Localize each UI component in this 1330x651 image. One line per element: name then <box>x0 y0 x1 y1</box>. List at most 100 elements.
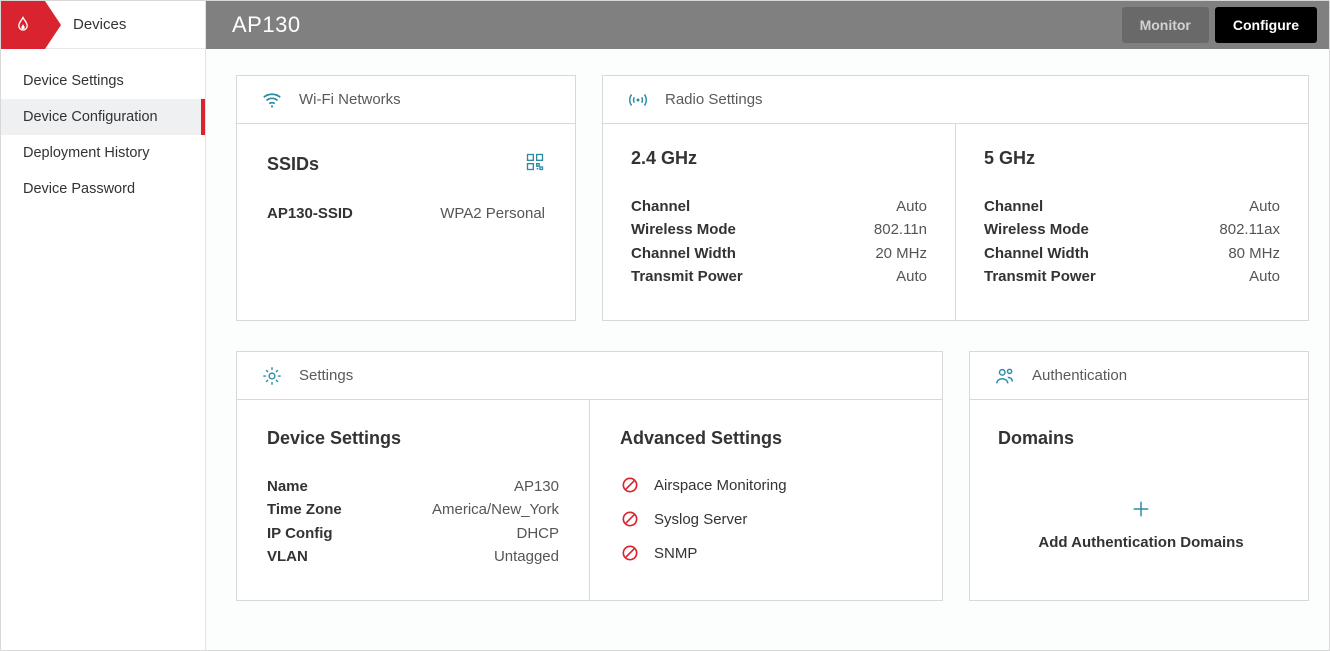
configure-button[interactable]: Configure <box>1215 7 1317 43</box>
qr-icon[interactable] <box>525 152 545 177</box>
kv-value: 20 MHz <box>875 242 927 265</box>
add-auth-domain-button[interactable]: Add Authentication Domains <box>998 469 1284 580</box>
wifi-icon <box>261 89 283 111</box>
card-header: Authentication <box>970 352 1308 400</box>
advanced-item: Airspace Monitoring <box>620 475 912 495</box>
kv-row: IP Config DHCP <box>267 522 559 545</box>
kv-value: Auto <box>896 195 927 218</box>
card-header: Wi-Fi Networks <box>237 76 575 124</box>
kv-row: Transmit PowerAuto <box>984 265 1280 288</box>
card-body: Device Settings Name AP130 Time Zone Ameri… <box>237 400 942 600</box>
advanced-item-label: Airspace Monitoring <box>654 477 787 494</box>
users-icon <box>994 365 1016 387</box>
flame-icon <box>13 15 33 35</box>
kv-row: Name AP130 <box>267 475 559 498</box>
ssid-security: WPA2 Personal <box>440 205 545 222</box>
sidebar-item-label: Device Password <box>23 181 135 197</box>
kv-key: Transmit Power <box>984 265 1096 288</box>
card-title: Radio Settings <box>665 91 763 108</box>
gear-icon <box>261 365 283 387</box>
kv-value: Auto <box>896 265 927 288</box>
band-title: 5 GHz <box>984 148 1280 169</box>
ssid-name: AP130-SSID <box>267 205 353 222</box>
advanced-settings-section[interactable]: Advanced Settings Airspace Monitoring Sy… <box>589 400 942 600</box>
kv-row: Channel Width 20 MHz <box>631 242 927 265</box>
brand-flag[interactable] <box>1 1 45 49</box>
radio-band-5ghz[interactable]: 5 GHz ChannelAuto Wireless Mode802.11ax … <box>955 124 1308 320</box>
kv-value: DHCP <box>516 522 559 545</box>
topbar: AP130 Monitor Configure <box>206 1 1329 49</box>
row-1: Wi-Fi Networks SSIDs <box>236 75 1309 321</box>
kv-row: Time Zone America/New_York <box>267 498 559 521</box>
card-body: Domains Add Authentication Domains <box>970 400 1308 600</box>
card-wifi-networks: Wi-Fi Networks SSIDs <box>236 75 576 321</box>
section-title: Device Settings <box>267 428 559 449</box>
kv-key: Channel Width <box>631 242 736 265</box>
sidebar-item-label: Device Settings <box>23 73 124 89</box>
card-title: Settings <box>299 367 353 384</box>
radio-band-24ghz[interactable]: 2.4 GHz Channel Auto Wireless Mode 802.11n… <box>603 124 955 320</box>
kv-key: Wireless Mode <box>984 218 1089 241</box>
kv-row: Channel Width 80 MHz <box>984 242 1280 265</box>
sidebar-item-label: Deployment History <box>23 145 150 161</box>
kv-value: 80 MHz <box>1228 242 1280 265</box>
kv-key: Name <box>267 475 308 498</box>
card-header: Radio Settings <box>603 76 1308 124</box>
kv-key: Wireless Mode <box>631 218 736 241</box>
sidebar-item-device-settings[interactable]: Device Settings <box>1 63 205 99</box>
content: Wi-Fi Networks SSIDs <box>206 49 1329 650</box>
ssids-title: SSIDs <box>267 154 319 175</box>
button-label: Monitor <box>1140 17 1191 33</box>
card-authentication: Authentication Domains Add Authenticatio… <box>969 351 1309 601</box>
disabled-icon <box>620 543 640 563</box>
kv-key: Channel <box>631 195 690 218</box>
kv-value: Auto <box>1249 195 1280 218</box>
sidebar-item-deployment-history[interactable]: Deployment History <box>1 135 205 171</box>
radio-icon <box>627 89 649 111</box>
advanced-item: SNMP <box>620 543 912 563</box>
monitor-button[interactable]: Monitor <box>1122 7 1209 43</box>
wifi-body-head: SSIDs <box>267 152 545 177</box>
kv-row: Channel Auto <box>631 195 927 218</box>
advanced-item: Syslog Server <box>620 509 912 529</box>
add-auth-domain-label: Add Authentication Domains <box>1038 534 1243 551</box>
kv-value: 802.11n <box>874 218 927 241</box>
kv-value: 802.11ax <box>1219 218 1280 241</box>
kv-key: Transmit Power <box>631 265 743 288</box>
disabled-icon <box>620 475 640 495</box>
card-header: Settings <box>237 352 942 400</box>
ssid-row[interactable]: AP130-SSID WPA2 Personal <box>267 205 545 222</box>
kv-value: America/New_York <box>432 498 559 521</box>
kv-key: Channel <box>984 195 1043 218</box>
disabled-icon <box>620 509 640 529</box>
plus-icon <box>1130 498 1152 520</box>
kv-row: Channel Auto <box>984 195 1280 218</box>
advanced-item-label: Syslog Server <box>654 511 747 528</box>
advanced-item-label: SNMP <box>654 545 697 562</box>
section-title: Advanced Settings <box>620 428 912 449</box>
row-2: Settings Device Settings Name AP130 Time … <box>236 351 1309 601</box>
kv-row: Transmit Power Auto <box>631 265 927 288</box>
page-title: AP130 <box>232 12 301 38</box>
kv-value: AP130 <box>514 475 559 498</box>
sidebar-item-device-configuration[interactable]: Device Configuration <box>1 99 205 135</box>
card-body: 2.4 GHz Channel Auto Wireless Mode 802.11n… <box>603 124 1308 320</box>
kv-key: Time Zone <box>267 498 342 521</box>
button-label: Configure <box>1233 17 1299 33</box>
sidebar-header: Devices <box>1 1 205 49</box>
kv-value: Untagged <box>494 545 559 568</box>
sidebar-item-device-password[interactable]: Device Password <box>1 171 205 207</box>
sidebar-item-label: Device Configuration <box>23 109 158 125</box>
device-settings-section[interactable]: Device Settings Name AP130 Time Zone Ameri… <box>237 400 589 600</box>
card-title: Authentication <box>1032 367 1127 384</box>
band-title: 2.4 GHz <box>631 148 927 169</box>
kv-row: Wireless Mode 802.11n <box>631 218 927 241</box>
kv-key: VLAN <box>267 545 308 568</box>
card-radio-settings: Radio Settings 2.4 GHz Channel Auto Wirel… <box>602 75 1309 321</box>
card-title: Wi-Fi Networks <box>299 91 401 108</box>
section-title: Domains <box>998 428 1284 449</box>
kv-key: Channel Width <box>984 242 1089 265</box>
sidebar-section-title: Devices <box>73 16 126 33</box>
kv-key: IP Config <box>267 522 333 545</box>
app-root: Devices Device Settings Device Configura… <box>0 0 1330 651</box>
